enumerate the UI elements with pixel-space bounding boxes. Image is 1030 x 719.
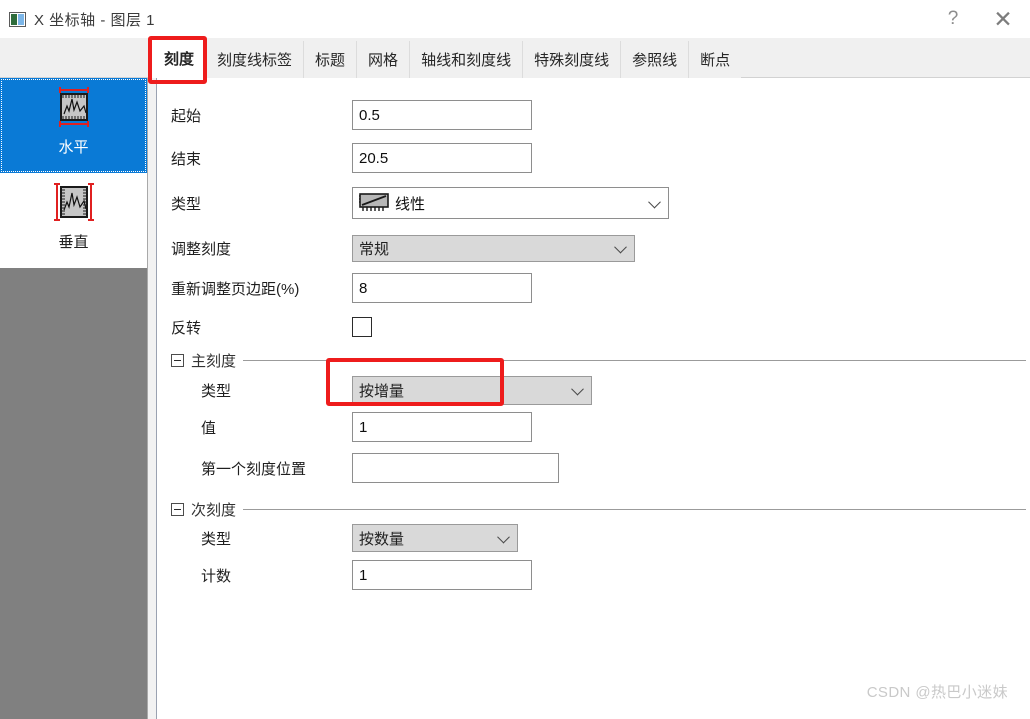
rescale-row: 调整刻度 常规 — [171, 233, 635, 263]
tab-list: 刻度 刻度线标签 标题 网格 轴线和刻度线 特殊刻度线 参照线 断点 — [152, 38, 742, 78]
vertical-axis-icon — [48, 179, 100, 225]
tab-tick-labels[interactable]: 刻度线标签 — [205, 41, 304, 78]
scale-type-label: 类型 — [171, 195, 202, 213]
scale-type-row: 类型 线性 — [171, 186, 669, 220]
tab-axis-ticks[interactable]: 轴线和刻度线 — [409, 41, 523, 78]
chevron-down-icon — [571, 382, 584, 396]
reverse-row: 反转 — [171, 312, 372, 342]
help-button[interactable]: ? — [930, 0, 976, 38]
first-tick-input[interactable] — [352, 453, 559, 483]
minor-ticks-group-header: 次刻度 — [171, 499, 1026, 520]
minor-count-label: 计数 — [201, 567, 232, 585]
sidebar-item-label: 水平 — [58, 139, 89, 156]
major-type-combo[interactable]: 按增量 — [352, 375, 592, 405]
major-type-row: 类型 按增量 — [201, 375, 592, 405]
window-title: X 坐标轴 - 图层 1 — [34, 11, 156, 29]
tab-scale[interactable]: 刻度 — [152, 38, 206, 78]
end-input[interactable]: 20.5 — [352, 143, 532, 173]
minor-count-input[interactable]: 1 — [352, 560, 532, 590]
rescale-label: 调整刻度 — [171, 240, 232, 258]
group-divider — [243, 360, 1026, 361]
first-tick-label: 第一个刻度位置 — [201, 460, 307, 478]
rescale-combo[interactable]: 常规 — [352, 234, 635, 262]
margin-input[interactable]: 8 — [352, 273, 532, 303]
minor-type-label: 类型 — [201, 530, 232, 548]
reverse-label: 反转 — [171, 319, 202, 337]
chevron-down-icon — [614, 240, 627, 254]
end-row: 结束 20.5 — [171, 143, 532, 173]
title-bar: X 坐标轴 - 图层 1 ? ✕ — [0, 0, 1030, 38]
tab-grid[interactable]: 网格 — [356, 41, 410, 78]
group-divider — [243, 509, 1026, 510]
chevron-down-icon — [648, 195, 661, 209]
major-value-row: 值 1 — [201, 412, 532, 442]
begin-label: 起始 — [171, 107, 202, 125]
end-label: 结束 — [171, 150, 202, 168]
tab-strip: 刻度 刻度线标签 标题 网格 轴线和刻度线 特殊刻度线 参照线 断点 — [0, 38, 1030, 78]
margin-row: 重新调整页边距(%) 8 — [171, 273, 532, 303]
collapse-icon[interactable] — [171, 354, 184, 367]
sidebar-item-horizontal[interactable]: 水平 — [0, 78, 147, 173]
watermark: CSDN @热巴小迷妹 — [866, 684, 1008, 701]
major-value-label: 值 — [201, 419, 217, 437]
linear-scale-icon — [359, 193, 391, 213]
begin-row: 起始 0.5 — [171, 100, 532, 130]
sidebar-item-label: 垂直 — [58, 234, 89, 251]
tab-breaks[interactable]: 断点 — [688, 41, 742, 78]
major-type-value: 按增量 — [359, 382, 405, 400]
major-type-label: 类型 — [201, 382, 232, 400]
major-value-input[interactable]: 1 — [352, 412, 532, 442]
minor-ticks-group-label: 次刻度 — [191, 502, 237, 519]
collapse-icon[interactable] — [171, 503, 184, 516]
tab-title[interactable]: 标题 — [303, 41, 357, 78]
major-ticks-group-header: 主刻度 — [171, 350, 1026, 371]
horizontal-axis-icon — [48, 84, 100, 130]
close-button[interactable]: ✕ — [976, 0, 1030, 38]
scale-type-combo[interactable]: 线性 — [352, 187, 669, 219]
axis-list: 水平 垂直 — [0, 78, 147, 268]
margin-label: 重新调整页边距(%) — [171, 280, 300, 298]
window-controls: ? ✕ — [930, 0, 1030, 38]
chevron-down-icon — [497, 530, 510, 544]
minor-type-value: 按数量 — [359, 530, 405, 548]
begin-input[interactable]: 0.5 — [352, 100, 532, 130]
tab-reference-lines[interactable]: 参照线 — [620, 41, 689, 78]
rescale-value: 常规 — [359, 240, 390, 258]
minor-type-combo[interactable]: 按数量 — [352, 524, 518, 552]
sidebar-item-vertical[interactable]: 垂直 — [0, 173, 147, 268]
tab-special-ticks[interactable]: 特殊刻度线 — [522, 41, 621, 78]
scale-settings-panel: 起始 0.5 结束 20.5 类型 线性 调整刻度 常规 重新调整页边距(%) … — [157, 78, 1030, 719]
scale-type-value: 线性 — [395, 195, 426, 213]
axis-dialog-icon — [9, 11, 26, 27]
reverse-checkbox[interactable] — [352, 317, 372, 337]
major-ticks-group-label: 主刻度 — [191, 353, 237, 370]
axis-sidebar: 水平 垂直 — [0, 78, 148, 719]
minor-count-row: 计数 1 — [201, 560, 532, 590]
minor-type-row: 类型 按数量 — [201, 523, 518, 553]
first-tick-row: 第一个刻度位置 — [201, 453, 559, 483]
panel-scrollbar[interactable] — [148, 78, 157, 719]
